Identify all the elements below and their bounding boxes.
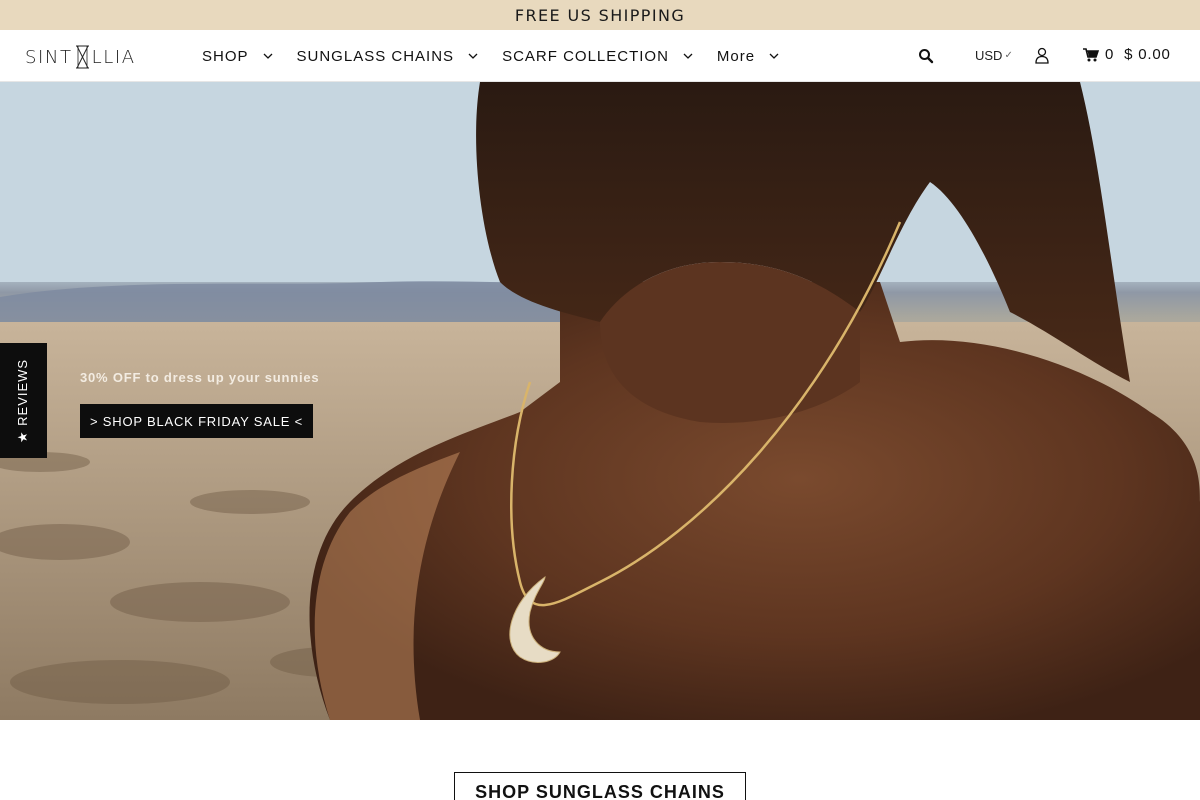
chevron-down-icon xyxy=(263,53,272,59)
reviews-tab[interactable]: ★ REVIEWS xyxy=(0,343,47,458)
brand-logo[interactable]: SINT LLIA xyxy=(25,44,136,70)
nav-item-label: SUNGLASS CHAINS xyxy=(296,47,455,65)
logo-mark-icon xyxy=(75,45,89,69)
nav-item-more[interactable]: More xyxy=(717,48,779,65)
cart-total: $ 0.00 xyxy=(1124,46,1171,63)
hero-banner[interactable]: 30% OFF to dress up your sunnies > SHOP … xyxy=(0,82,1200,720)
reviews-tab-label: ★ REVIEWS xyxy=(15,358,31,443)
shop-sale-button[interactable]: > SHOP BLACK FRIDAY SALE < xyxy=(80,404,313,438)
account-icon[interactable] xyxy=(1034,47,1050,64)
cart-button[interactable]: 0 $ 0.00 xyxy=(1083,46,1171,63)
chevron-down-icon xyxy=(769,53,779,59)
nav-item-label: SCARF COLLECTION xyxy=(502,47,669,65)
nav-item-sunglass-chains[interactable]: SUNGLASS CHAINS xyxy=(297,48,479,65)
hero-image xyxy=(0,82,1200,720)
currency-selector[interactable]: USD ✓ xyxy=(975,48,1013,63)
cart-count: 0 xyxy=(1105,46,1115,63)
site-header: SINT LLIA SHOP SUNGLASS CHAINS SCARF COL… xyxy=(0,30,1200,82)
chevron-down-icon xyxy=(468,53,478,59)
nav-item-shop[interactable]: SHOP xyxy=(202,48,273,65)
search-icon[interactable] xyxy=(918,48,934,64)
chevron-down-icon xyxy=(683,53,693,59)
announcement-bar: FREE US SHIPPING xyxy=(0,0,1200,30)
chevron-down-icon: ✓ xyxy=(1004,50,1013,61)
main-nav: SHOP SUNGLASS CHAINS SCARF COLLECTION Mo… xyxy=(202,30,803,82)
shop-sunglass-chains-button[interactable]: SHOP SUNGLASS CHAINS xyxy=(454,772,746,800)
logo-text-left: SINT xyxy=(25,46,73,68)
currency-value: USD xyxy=(975,48,1003,63)
promo-text: 30% OFF to dress up your sunnies xyxy=(80,370,320,385)
nav-item-label: SHOP xyxy=(202,47,249,65)
logo-text-right: LLIA xyxy=(91,46,136,68)
nav-item-scarf-collection[interactable]: SCARF COLLECTION xyxy=(502,48,693,65)
nav-item-label: More xyxy=(716,47,756,65)
announcement-text: FREE US SHIPPING xyxy=(514,5,686,25)
cart-icon xyxy=(1083,47,1099,61)
